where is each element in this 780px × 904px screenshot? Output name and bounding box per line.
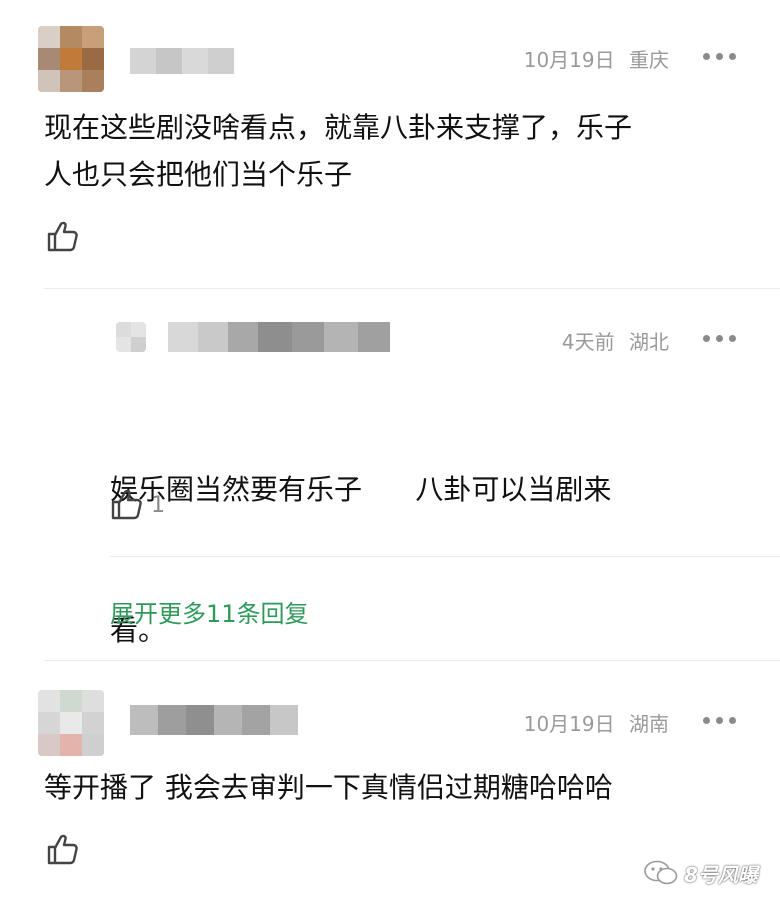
like-icon[interactable] bbox=[46, 219, 78, 257]
more-options-icon[interactable] bbox=[703, 332, 737, 346]
avatar[interactable] bbox=[38, 26, 104, 92]
reply-text: 娱乐圈当然要有乐子 八卦可以当剧来 看。 bbox=[110, 473, 612, 647]
comment-text: 等开播了 我会去审判一下真情侣过期糖哈哈哈 bbox=[44, 771, 613, 804]
divider bbox=[44, 288, 780, 289]
watermark: 8号风曝 bbox=[644, 856, 764, 888]
like-icon[interactable] bbox=[46, 832, 78, 870]
username-blurred[interactable] bbox=[168, 322, 390, 352]
username-blurred[interactable] bbox=[130, 48, 234, 74]
comment-location: 湖南 bbox=[629, 712, 669, 736]
comment-date: 10月19日 bbox=[523, 48, 615, 72]
reply-location: 湖北 bbox=[629, 330, 669, 354]
wechat-icon bbox=[644, 860, 678, 885]
divider bbox=[44, 660, 780, 661]
comment-location: 重庆 bbox=[629, 48, 669, 72]
username-blurred[interactable] bbox=[130, 705, 298, 735]
more-options-icon[interactable] bbox=[703, 50, 737, 64]
like-count: 1 bbox=[151, 493, 165, 518]
comment-date: 10月19日 bbox=[523, 712, 615, 736]
comment-meta: 10月19日 湖南 bbox=[524, 708, 669, 737]
avatar[interactable] bbox=[38, 690, 104, 756]
like-icon[interactable] bbox=[110, 487, 142, 525]
reply-date: 4天前 bbox=[561, 330, 615, 354]
divider bbox=[110, 556, 780, 557]
comment-meta: 10月19日 重庆 bbox=[524, 44, 669, 73]
comment-text: 现在这些剧没啥看点，就靠八卦来支撑了，乐子 人也只会把他们当个乐子 bbox=[44, 111, 633, 191]
avatar[interactable] bbox=[116, 322, 146, 352]
reply-meta: 4天前 湖北 bbox=[562, 326, 669, 355]
expand-replies-link[interactable]: 展开更多11条回复 bbox=[110, 594, 309, 629]
more-options-icon[interactable] bbox=[703, 714, 737, 728]
watermark-text: 8号风曝 bbox=[684, 863, 758, 887]
